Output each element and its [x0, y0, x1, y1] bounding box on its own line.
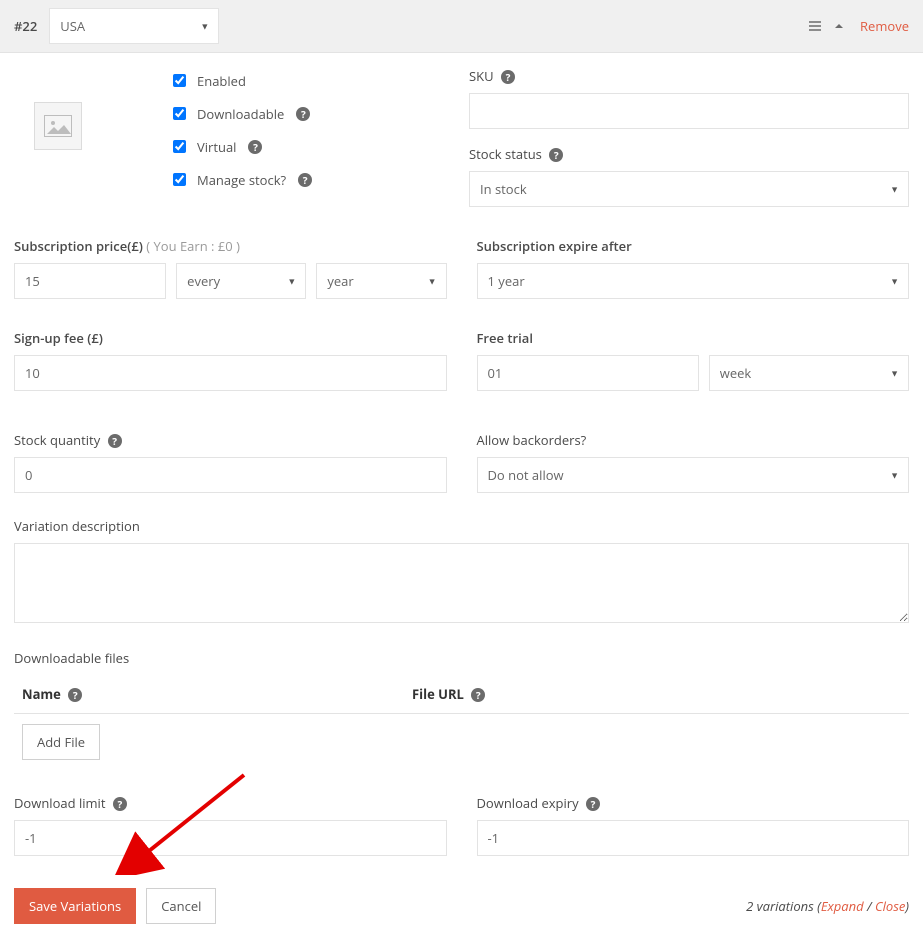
price-every-select[interactable]: every — [176, 263, 306, 299]
remove-link[interactable]: Remove — [860, 17, 909, 35]
help-icon[interactable]: ? — [68, 688, 82, 702]
sku-input[interactable] — [469, 93, 909, 129]
variation-id: #22 — [14, 17, 37, 35]
free-trial-unit-select[interactable]: week — [709, 355, 909, 391]
downloadable-checkbox[interactable]: Downloadable ? — [169, 104, 459, 123]
stock-status-select[interactable]: In stock — [469, 171, 909, 207]
help-icon[interactable]: ? — [471, 688, 485, 702]
description-textarea[interactable] — [14, 543, 909, 623]
sku-label: SKU ? — [469, 67, 909, 85]
stock-status-label: Stock status ? — [469, 145, 909, 163]
close-link[interactable]: Close — [875, 897, 905, 915]
enabled-checkbox[interactable]: Enabled — [169, 71, 459, 90]
expire-select[interactable]: 1 year — [477, 263, 910, 299]
help-icon[interactable]: ? — [586, 797, 600, 811]
download-limit-input[interactable] — [14, 820, 447, 856]
variations-summary: 2 variations (Expand / Close) — [746, 897, 909, 915]
files-name-col: Name ? — [22, 685, 412, 703]
download-expiry-label: Download expiry ? — [477, 794, 910, 812]
help-icon[interactable]: ? — [113, 797, 127, 811]
help-icon[interactable]: ? — [108, 434, 122, 448]
subscription-price-label: Subscription price(£) ( You Earn : £0 ) — [14, 237, 447, 255]
help-icon[interactable]: ? — [248, 140, 262, 154]
add-file-button[interactable]: Add File — [22, 724, 100, 760]
variation-header: #22 USA Remove — [0, 0, 923, 53]
backorders-label: Allow backorders? — [477, 431, 910, 449]
files-url-col: File URL ? — [412, 685, 485, 703]
price-period-select[interactable]: year — [316, 263, 446, 299]
free-trial-label: Free trial — [477, 329, 910, 347]
menu-icon[interactable] — [806, 17, 824, 35]
variation-image-placeholder[interactable] — [34, 102, 82, 150]
stock-qty-input[interactable] — [14, 457, 447, 493]
variant-select[interactable]: USA — [49, 8, 219, 44]
files-label: Downloadable files — [14, 649, 909, 667]
subscription-price-input[interactable] — [14, 263, 166, 299]
help-icon[interactable]: ? — [296, 107, 310, 121]
signup-fee-input[interactable] — [14, 355, 447, 391]
expire-label: Subscription expire after — [477, 237, 910, 255]
manage-stock-checkbox[interactable]: Manage stock? ? — [169, 170, 459, 189]
help-icon[interactable]: ? — [501, 70, 515, 84]
signup-fee-label: Sign-up fee (£) — [14, 329, 447, 347]
download-expiry-input[interactable] — [477, 820, 910, 856]
help-icon[interactable]: ? — [298, 173, 312, 187]
free-trial-input[interactable] — [477, 355, 699, 391]
cancel-button[interactable]: Cancel — [146, 888, 216, 924]
stock-qty-label: Stock quantity ? — [14, 431, 447, 449]
backorders-select[interactable]: Do not allow — [477, 457, 910, 493]
collapse-icon[interactable] — [830, 17, 848, 35]
description-label: Variation description — [14, 517, 909, 535]
save-variations-button[interactable]: Save Variations — [14, 888, 136, 924]
expand-link[interactable]: Expand — [821, 897, 864, 915]
download-limit-label: Download limit ? — [14, 794, 447, 812]
help-icon[interactable]: ? — [549, 148, 563, 162]
virtual-checkbox[interactable]: Virtual ? — [169, 137, 459, 156]
